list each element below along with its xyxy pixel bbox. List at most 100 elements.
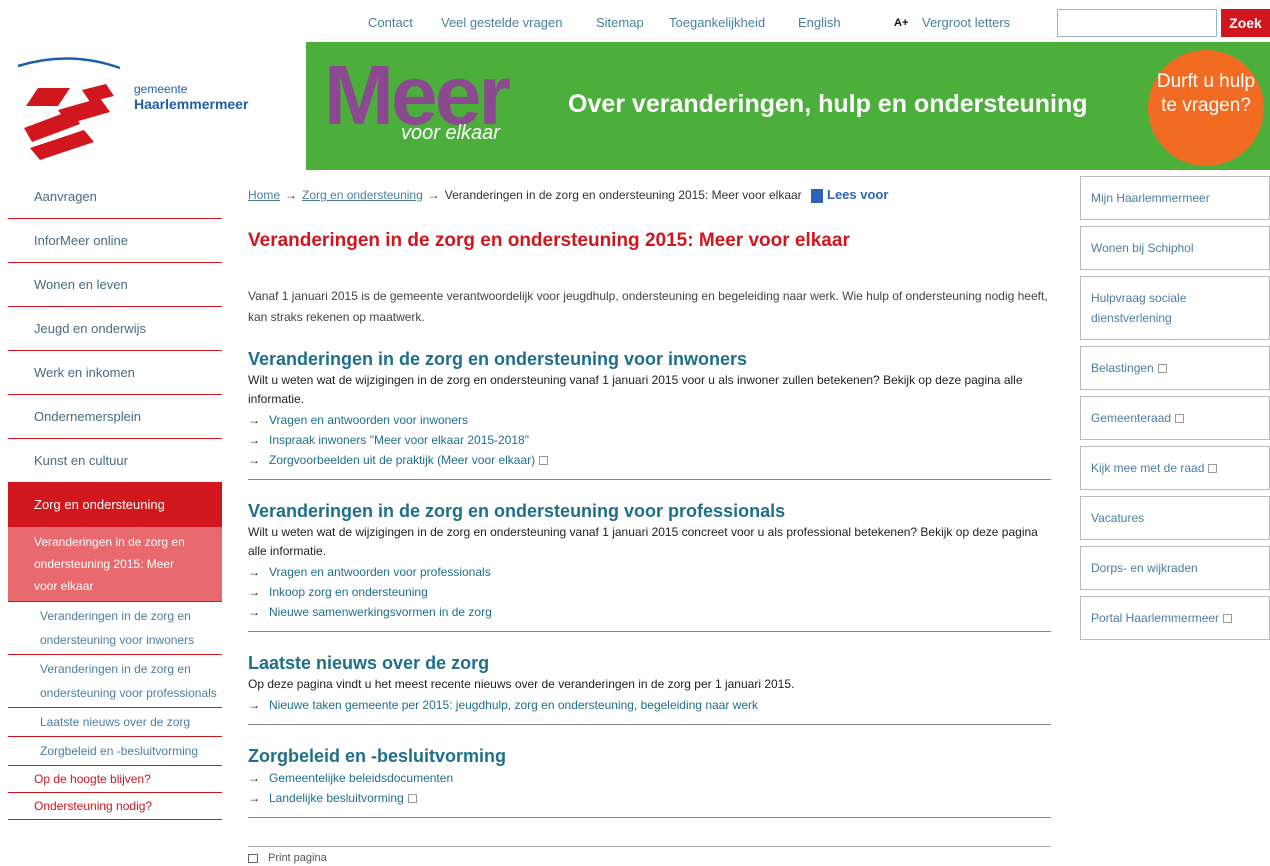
enlarge-text-link[interactable]: Vergroot letters <box>922 15 1010 30</box>
leftnav-item-kunst[interactable]: Kunst en cultuur <box>8 439 222 483</box>
topnav-link-faq[interactable]: Veel gestelde vragen <box>441 15 562 30</box>
municipality-logo[interactable]: gemeente Haarlemmermeer <box>10 48 310 168</box>
rightnav-item[interactable]: Portal Haarlemmermeer <box>1080 596 1270 640</box>
section-zorgbeleid: Zorgbeleid en -besluitvorming → Gemeentel… <box>248 745 1051 818</box>
link-item[interactable]: → Nieuwe samenwerkingsvormen in de zorg <box>248 602 1051 622</box>
rightnav-label[interactable]: Gemeenteraad <box>1091 411 1171 425</box>
breadcrumb-arrow-icon: → <box>427 188 440 202</box>
search-button[interactable]: Zoek <box>1221 9 1270 37</box>
arrow-icon: → <box>248 413 260 427</box>
section-professionals: Veranderingen in de zorg en ondersteunin… <box>248 500 1051 632</box>
read-aloud-icon[interactable] <box>811 188 824 203</box>
right-navigation: Mijn Haarlemmermeer Wonen bij Schiphol H… <box>1080 176 1270 646</box>
arrow-icon: → <box>248 433 260 447</box>
logo-line2: Haarlemmermeer <box>134 96 249 112</box>
external-link-icon <box>407 794 417 804</box>
breadcrumb: Home → Zorg en ondersteuning → Veranderingen… <box>248 182 1051 210</box>
external-link-icon <box>1208 464 1218 474</box>
leftnav-subitem-zorgbeleid[interactable]: Zorgbeleid en -besluitvorming <box>8 737 222 766</box>
intro-text: Vanaf 1 januari 2015 is de gemeente vera… <box>248 289 1048 324</box>
topnav-link-english[interactable]: English <box>798 15 841 30</box>
external-link-icon <box>1223 614 1233 624</box>
leftnav-item-op-de-hoogte[interactable]: Op de hoogte blijven? <box>8 766 222 793</box>
link-label[interactable]: Nieuwe samenwerkingsvormen in de zorg <box>269 605 492 619</box>
breadcrumb-zorg[interactable]: Zorg en ondersteuning <box>302 188 423 202</box>
rightnav-label[interactable]: Kijk mee met de raad <box>1091 461 1204 475</box>
link-item[interactable]: → Inkoop zorg en ondersteuning <box>248 582 1051 602</box>
rightnav-item[interactable]: Hulpvraag sociale dienstverlening <box>1080 276 1270 340</box>
leftnav-subitem-nieuws[interactable]: Laatste nieuws over de zorg <box>8 708 222 737</box>
arrow-icon: → <box>248 605 260 619</box>
link-item[interactable]: → Vragen en antwoorden voor professionals <box>248 562 1051 582</box>
leftnav-item-informeer[interactable]: InforMeer online <box>8 219 222 263</box>
section-text: Wilt u weten wat de wijzigingen in de zo… <box>248 373 1023 406</box>
link-label[interactable]: Gemeentelijke beleidsdocumenten <box>269 771 453 785</box>
leftnav-item-aanvragen[interactable]: Aanvragen <box>8 175 222 219</box>
external-link-icon <box>539 456 549 466</box>
leftnav-item-wonen[interactable]: Wonen en leven <box>8 263 222 307</box>
section-nieuws: Laatste nieuws over de zorg Op deze pagi… <box>248 652 1051 725</box>
page-title: Veranderingen in de zorg en ondersteunin… <box>248 230 850 251</box>
rightnav-label[interactable]: Mijn Haarlemmermeer <box>1091 191 1210 205</box>
link-item[interactable]: → Gemeentelijke beleidsdocumenten <box>248 768 1051 788</box>
section-inwoners: Veranderingen in de zorg en ondersteunin… <box>248 348 1051 480</box>
leftnav-item-ondersteuning[interactable]: Ondersteuning nodig? <box>8 793 222 820</box>
rightnav-item[interactable]: Dorps- en wijkraden <box>1080 546 1270 590</box>
section-text: Op deze pagina vindt u het meest recente… <box>248 677 795 691</box>
arrow-icon: → <box>248 771 260 785</box>
link-label[interactable]: Inspraak inwoners "Meer voor elkaar 2015… <box>269 433 529 447</box>
logo-line1: gemeente <box>134 82 188 96</box>
breadcrumb-home[interactable]: Home <box>248 188 280 202</box>
leftnav-subitem-professionals[interactable]: Veranderingen in de zorg en ondersteunin… <box>8 655 222 708</box>
link-label[interactable]: Landelijke besluitvorming <box>269 791 404 805</box>
rightnav-item[interactable]: Vacatures <box>1080 496 1270 540</box>
rightnav-label[interactable]: Hulpvraag sociale dienstverlening <box>1091 291 1186 325</box>
search-input[interactable] <box>1057 9 1217 37</box>
rightnav-label[interactable]: Wonen bij Schiphol <box>1091 241 1194 255</box>
rightnav-item[interactable]: Wonen bij Schiphol <box>1080 226 1270 270</box>
link-label[interactable]: Inkoop zorg en ondersteuning <box>269 585 428 599</box>
rightnav-label[interactable]: Dorps- en wijkraden <box>1091 561 1198 575</box>
arrow-icon: → <box>248 791 260 805</box>
rightnav-item[interactable]: Belastingen <box>1080 346 1270 390</box>
main-content: Home → Zorg en ondersteuning → Veranderingen… <box>248 182 1051 818</box>
rightnav-label[interactable]: Vacatures <box>1091 511 1144 525</box>
breadcrumb-arrow-icon: → <box>285 188 298 202</box>
leftnav-subitem-inwoners[interactable]: Veranderingen in de zorg en ondersteunin… <box>8 602 222 655</box>
rightnav-item[interactable]: Kijk mee met de raad <box>1080 446 1270 490</box>
rightnav-item[interactable]: Gemeenteraad <box>1080 396 1270 440</box>
link-label[interactable]: Zorgvoorbeelden uit de praktijk (Meer vo… <box>269 453 535 467</box>
banner-brand-sub: voor elkaar <box>401 122 500 144</box>
link-label[interactable]: Vragen en antwoorden voor inwoners <box>269 413 468 427</box>
topnav-link-contact[interactable]: Contact <box>368 15 413 30</box>
link-label[interactable]: Vragen en antwoorden voor professionals <box>269 565 491 579</box>
section-heading[interactable]: Laatste nieuws over de zorg <box>248 652 1051 674</box>
link-item[interactable]: → Zorgvoorbeelden uit de praktijk (Meer v… <box>248 450 1051 470</box>
topnav-link-accessibility[interactable]: Toegankelijkheid <box>669 15 765 30</box>
rightnav-item[interactable]: Mijn Haarlemmermeer <box>1080 176 1270 220</box>
print-page-link[interactable]: Print pagina <box>248 846 1051 864</box>
leftnav-subitem-current[interactable]: Veranderingen in de zorg en ondersteunin… <box>8 527 222 602</box>
leftnav-item-jeugd[interactable]: Jeugd en onderwijs <box>8 307 222 351</box>
leftnav-item-zorg-active[interactable]: Zorg en ondersteuning <box>8 483 222 527</box>
section-heading[interactable]: Veranderingen in de zorg en ondersteunin… <box>248 500 1051 522</box>
print-label[interactable]: Print pagina <box>268 852 327 864</box>
rightnav-label[interactable]: Portal Haarlemmermeer <box>1091 611 1219 625</box>
leftnav-item-ondernemers[interactable]: Ondernemersplein <box>8 395 222 439</box>
help-badge[interactable]: Durft u hulp te vragen? <box>1148 50 1264 166</box>
campaign-banner: Meer voor elkaar Over veranderingen, hul… <box>306 42 1270 170</box>
link-item[interactable]: → Inspraak inwoners "Meer voor elkaar 201… <box>248 430 1051 450</box>
link-item[interactable]: → Landelijke besluitvorming <box>248 788 1051 808</box>
link-item[interactable]: → Nieuwe taken gemeente per 2015: jeugdhu… <box>248 695 1051 715</box>
section-heading[interactable]: Zorgbeleid en -besluitvorming <box>248 745 1051 767</box>
rightnav-label[interactable]: Belastingen <box>1091 361 1154 375</box>
link-item[interactable]: → Vragen en antwoorden voor inwoners <box>248 410 1051 430</box>
enlarge-text-icon[interactable]: A+ <box>894 17 908 29</box>
link-label[interactable]: Nieuwe taken gemeente per 2015: jeugdhul… <box>269 698 758 712</box>
section-heading[interactable]: Veranderingen in de zorg en ondersteunin… <box>248 348 1051 370</box>
read-aloud-button[interactable]: Lees voor <box>827 182 888 208</box>
arrow-icon: → <box>248 453 260 467</box>
leftnav-item-werk[interactable]: Werk en inkomen <box>8 351 222 395</box>
topnav-link-sitemap[interactable]: Sitemap <box>596 15 644 30</box>
printer-icon <box>248 853 258 863</box>
